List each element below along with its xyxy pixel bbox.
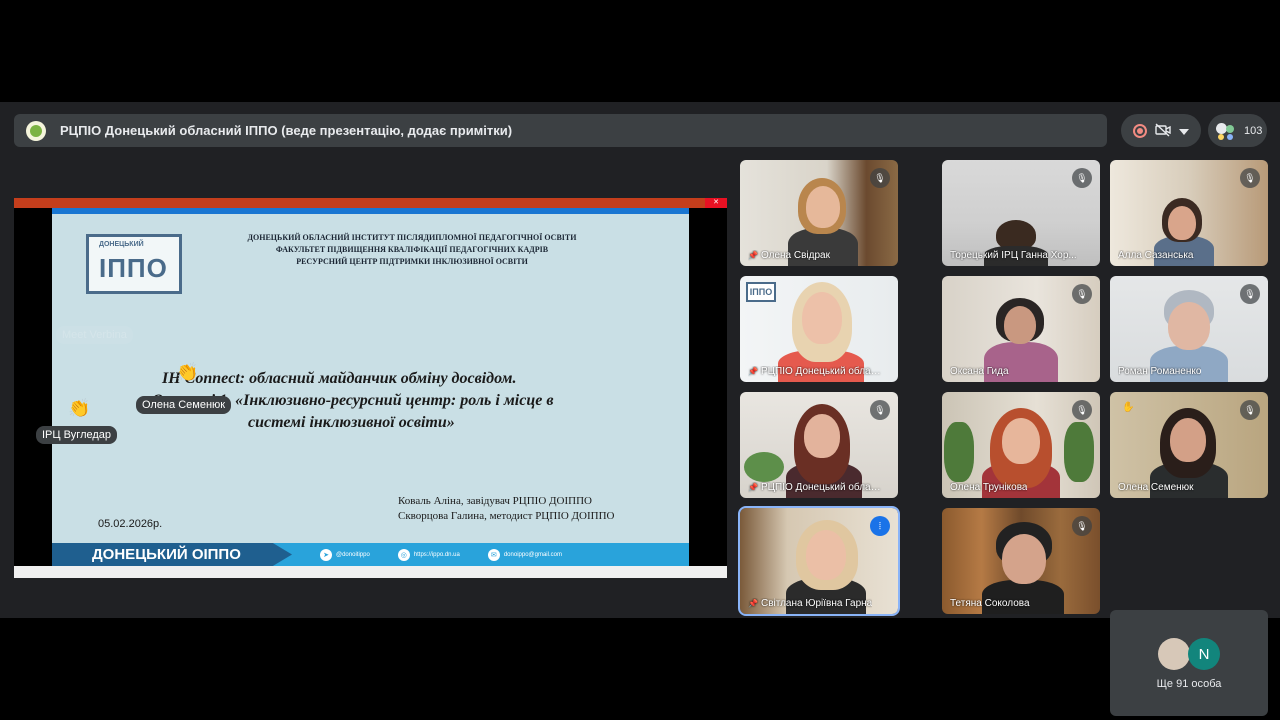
participant-tile[interactable]: 🎙︎ Оксана Гида	[942, 276, 1100, 382]
mic-off-icon: 🎙︎	[1072, 400, 1092, 420]
raised-hand-icon: ✋	[1122, 402, 1135, 413]
slide-authors: Коваль Аліна, завідувач РЦПІО ДОІППО Скв…	[398, 495, 615, 522]
participant-tile-speaking[interactable]: ⦙ 📌 Світлана Юріївна Гарна	[738, 506, 900, 616]
participants-button[interactable]: 103	[1208, 114, 1267, 147]
powerpoint-titlebar: ✕	[14, 198, 727, 208]
web-icon: ◎	[397, 548, 410, 561]
participant-tile[interactable]: 🎙︎ 📌 РЦПІО Донецький обласн...	[740, 392, 898, 498]
reaction-name: Олена Семенюк	[136, 396, 232, 414]
powerpoint-statusbar	[14, 566, 727, 578]
plant	[1064, 422, 1094, 482]
camera-off-icon[interactable]	[1155, 122, 1171, 139]
participant-tile[interactable]: ІППО 📌 РЦПІО Донецький обласни...	[740, 276, 898, 382]
participant-tile[interactable]: 🎙︎ Тетяна Соколова	[942, 508, 1100, 614]
mic-off-icon: 🎙︎	[870, 400, 890, 420]
presentation-bar: РЦПІО Донецький обласний ІППО (веде през…	[14, 114, 1107, 147]
participant-tile[interactable]: ✋ 🎙︎ Олена Семенюк	[1110, 392, 1268, 498]
email-link: ✉ donoippo@gmail.com	[487, 548, 562, 561]
mic-off-icon: 🎙︎	[1072, 516, 1092, 536]
clap-emoji: 👏	[68, 398, 91, 418]
pin-icon: 📌	[748, 483, 758, 492]
pin-icon: 📌	[748, 599, 758, 608]
participant-tile[interactable]: 🎙︎ Алла Сазанська	[1110, 160, 1268, 266]
meet-window: РЦПІО Донецький обласний ІППО (веде през…	[0, 102, 1280, 716]
more-participants-label: Ще 91 особа	[1156, 678, 1222, 690]
mic-off-icon: 🎙︎	[1240, 400, 1260, 420]
mail-icon: ✉	[487, 548, 500, 561]
participant-tile[interactable]: 🎙︎ Олена Трунікова	[942, 392, 1100, 498]
more-participants-tile[interactable]: N Ще 91 особа	[1110, 610, 1268, 716]
ippo-logo: ДОНЕЦЬКИЙ ІППО	[86, 234, 182, 294]
mic-off-icon: 🎙︎	[1240, 168, 1260, 188]
avatar: N	[1188, 638, 1220, 670]
participant-count: 103	[1244, 124, 1263, 137]
presentation-stage: ✕ ДОНЕЦЬКИЙ ІППО ДОНЕЦЬКИЙ ОБЛАСНИЙ ІНСТ…	[14, 198, 727, 578]
participant-tile[interactable]: 🎙︎ 📌 Олена Свідрак	[740, 160, 898, 266]
plant	[744, 452, 784, 482]
reaction-name-faded: Meet Verbina	[56, 326, 133, 344]
speaking-indicator-icon: ⦙	[870, 516, 890, 536]
slide-date: 05.02.2026р.	[98, 518, 163, 530]
presentation-title: РЦПІО Донецький обласний ІППО (веде през…	[60, 123, 513, 138]
reaction-name: ІРЦ Вугледар	[36, 426, 118, 444]
slide-footer: ДОНЕЦЬКИЙ ОІППО ➤ @donoitippo ◎ https://ip…	[52, 543, 689, 566]
telegram-link: ➤ @donoitippo	[320, 548, 370, 561]
slide-header: ДОНЕЦЬКИЙ ОБЛАСНИЙ ІНСТИТУТ ПІСЛЯДИПЛОМН…	[247, 233, 577, 266]
pin-icon: 📌	[748, 251, 758, 260]
plant	[944, 422, 974, 482]
mic-off-icon: 🎙︎	[870, 168, 890, 188]
close-icon: ✕	[705, 198, 727, 208]
record-icon[interactable]	[1133, 123, 1147, 138]
mic-off-icon: 🎙︎	[1072, 168, 1092, 188]
slide: ДОНЕЦЬКИЙ ІППО ДОНЕЦЬКИЙ ОБЛАСНИЙ ІНСТИТ…	[52, 208, 689, 566]
participant-tile[interactable]: 🎙︎ Роман Романенко	[1110, 276, 1268, 382]
ippo-logo: ІППО	[746, 282, 776, 302]
mic-off-icon: 🎙︎	[1072, 284, 1092, 304]
website-link: ◎ https://ippo.dn.ua	[397, 548, 460, 561]
recording-controls[interactable]	[1121, 114, 1201, 147]
presenter-avatar	[26, 120, 46, 141]
telegram-icon: ➤	[320, 548, 332, 561]
pin-icon: 📌	[748, 367, 758, 376]
participants-icon	[1214, 120, 1238, 142]
clap-emoji: 👏	[176, 362, 199, 382]
chevron-down-icon[interactable]	[1179, 124, 1189, 137]
participant-tile[interactable]: 🎙︎ Торецький ІРЦ Ганна Хор...	[942, 160, 1100, 266]
mic-off-icon: 🎙︎	[1240, 284, 1260, 304]
avatar	[1158, 638, 1190, 670]
